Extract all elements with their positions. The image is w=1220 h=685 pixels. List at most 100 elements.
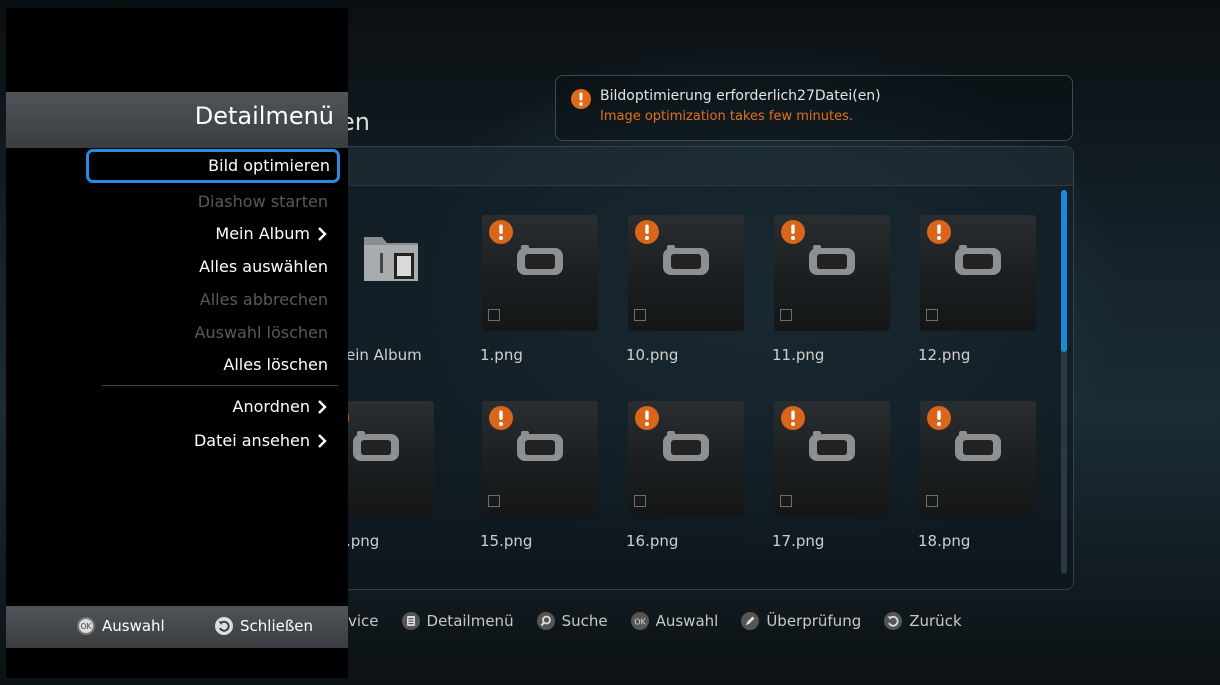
hint-search[interactable]: Suche (536, 611, 608, 631)
tile-label: 17.png (772, 532, 825, 550)
chevron-right-icon (318, 400, 327, 414)
detail-menu-header: Detailmenü (6, 92, 348, 148)
tile-label: ein Album (346, 346, 422, 364)
grid-header-bar (331, 147, 1073, 186)
hint-label: Überprüfung (766, 612, 862, 630)
menu-item-arrange[interactable]: Anordnen (233, 394, 328, 420)
image-thumbnail (774, 215, 890, 331)
menu-item-my-album[interactable]: Mein Album (215, 221, 328, 247)
menu-item-select-all[interactable]: Alles auswählen (199, 254, 328, 280)
menu-item-label: Alles abbrechen (199, 290, 328, 309)
hint-device: vice (348, 612, 379, 630)
hint-review[interactable]: Überprüfung (740, 611, 861, 631)
menu-divider (102, 385, 338, 386)
hint-select[interactable]: OK Auswahl (630, 611, 719, 631)
image-thumbnail (482, 215, 598, 331)
tile-label: 11.png (772, 346, 825, 364)
svg-text:OK: OK (81, 622, 93, 631)
menu-item-view-file[interactable]: Datei ansehen (194, 428, 328, 454)
ok-icon: OK (77, 617, 95, 635)
footer-select[interactable]: OK Auswahl (76, 616, 165, 636)
footer-close[interactable]: Schließen (214, 616, 313, 636)
menu-item-delete-selection[interactable]: Auswahl löschen (195, 320, 328, 346)
hint-label: Zurück (909, 612, 962, 630)
menu-item-label: Datei ansehen (193, 431, 310, 450)
tile-image[interactable] (482, 401, 598, 517)
hint-label: Detailmenü (426, 612, 514, 630)
detail-menu-title: Detailmenü (194, 102, 334, 130)
menu-item-label: Diashow starten (197, 192, 328, 211)
menu-item-cancel-all[interactable]: Alles abbrechen (200, 287, 328, 313)
tile-image[interactable] (774, 215, 890, 331)
menu-item-label: Mein Album (215, 224, 310, 243)
image-placeholder-icon (663, 431, 709, 461)
image-placeholder-icon (955, 431, 1001, 461)
hint-label: Suche (561, 612, 608, 630)
image-thumbnail (920, 401, 1036, 517)
tile-label: 16.png (626, 532, 679, 550)
tile-image[interactable] (628, 215, 744, 331)
warning-icon (489, 406, 513, 430)
image-placeholder-icon (517, 431, 563, 461)
select-checkbox[interactable] (926, 495, 938, 507)
menu-item-label: Anordnen (232, 397, 310, 416)
back-icon (215, 617, 233, 635)
tile-image[interactable] (628, 401, 744, 517)
menu-item-label: Alles auswählen (199, 257, 328, 276)
notice-title: Bildoptimierung erforderlich27Datei(en) (600, 88, 881, 104)
image-thumbnail (920, 215, 1036, 331)
select-checkbox[interactable] (926, 309, 938, 321)
tile-label: 18.png (918, 532, 971, 550)
select-checkbox[interactable] (488, 495, 500, 507)
hint-detail-menu[interactable]: Detailmenü (401, 611, 514, 631)
detail-menu-panel: Detailmenü Bild optimieren Diashow start… (6, 8, 348, 678)
ok-icon: OK (630, 612, 649, 630)
tile-image[interactable] (920, 401, 1036, 517)
chevron-right-icon (318, 434, 327, 448)
image-placeholder-icon (353, 431, 399, 461)
tile-label: .png (346, 532, 380, 550)
search-icon (536, 612, 555, 630)
tile-image[interactable] (774, 401, 890, 517)
grid-scrollbar[interactable] (1061, 190, 1067, 574)
scrollbar-thumb[interactable] (1061, 190, 1067, 352)
select-checkbox[interactable] (488, 309, 500, 321)
optimization-notice: Bildoptimierung erforderlich27Datei(en) … (555, 75, 1073, 141)
chevron-right-icon (318, 227, 327, 241)
menu-item-label: Bild optimieren (208, 156, 330, 175)
select-checkbox[interactable] (780, 495, 792, 507)
warning-icon (781, 406, 805, 430)
tile-image[interactable] (482, 215, 598, 331)
warning-icon (489, 220, 513, 244)
menu-item-label: Auswahl löschen (194, 323, 328, 342)
pen-icon (741, 612, 760, 630)
menu-item-delete-all[interactable]: Alles löschen (223, 352, 328, 378)
menu-item-label: Alles löschen (223, 355, 328, 374)
tile-label: 1.png (480, 346, 523, 364)
image-thumbnail (482, 401, 598, 517)
hint-label: vice (348, 612, 379, 630)
tile-label: 15.png (480, 532, 533, 550)
select-checkbox[interactable] (780, 309, 792, 321)
image-placeholder-icon (955, 245, 1001, 275)
image-thumbnail (774, 401, 890, 517)
detail-menu-footer: OK Auswahl Schließen (6, 606, 348, 648)
menu-item-optimize-image[interactable]: Bild optimieren (86, 149, 340, 183)
image-placeholder-icon (663, 245, 709, 275)
hint-label: Auswahl (655, 612, 719, 630)
svg-text:OK: OK (634, 618, 646, 627)
hint-back[interactable]: Zurück (883, 611, 962, 631)
warning-icon (635, 220, 659, 244)
select-checkbox[interactable] (634, 309, 646, 321)
select-checkbox[interactable] (634, 495, 646, 507)
warning-icon (571, 89, 591, 109)
menu-item-start-slideshow[interactable]: Diashow starten (198, 189, 328, 215)
back-icon (884, 612, 903, 630)
menu-icon (401, 612, 420, 630)
footer-label: Auswahl (102, 617, 165, 635)
tile-label: 10.png (626, 346, 679, 364)
warning-icon (781, 220, 805, 244)
tile-label: 12.png (918, 346, 971, 364)
tile-image[interactable] (920, 215, 1036, 331)
warning-icon (927, 406, 951, 430)
